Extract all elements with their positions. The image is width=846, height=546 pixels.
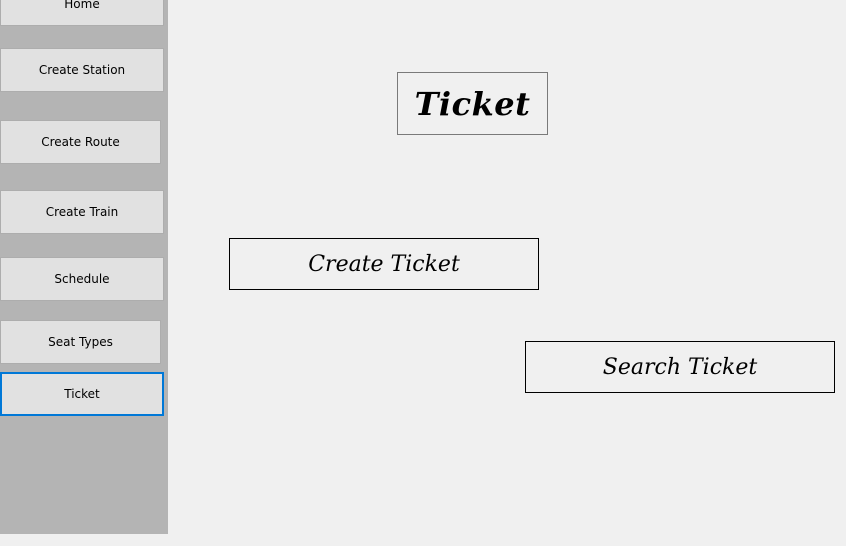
schedule-button[interactable]: Schedule	[0, 257, 164, 301]
sidebar: Home Create Station Create Route Create …	[0, 0, 168, 534]
home-button[interactable]: Home	[0, 0, 164, 26]
search-ticket-button[interactable]: Search Ticket	[525, 341, 835, 393]
create-train-button[interactable]: Create Train	[0, 190, 164, 234]
ticket-button[interactable]: Ticket	[0, 372, 164, 416]
create-ticket-button[interactable]: Create Ticket	[229, 238, 539, 290]
page-title-box: Ticket	[397, 72, 548, 135]
page-title: Ticket	[414, 84, 531, 123]
bottom-strip	[0, 534, 846, 546]
seat-types-button[interactable]: Seat Types	[0, 320, 161, 364]
create-station-button[interactable]: Create Station	[0, 48, 164, 92]
create-route-button[interactable]: Create Route	[0, 120, 161, 164]
